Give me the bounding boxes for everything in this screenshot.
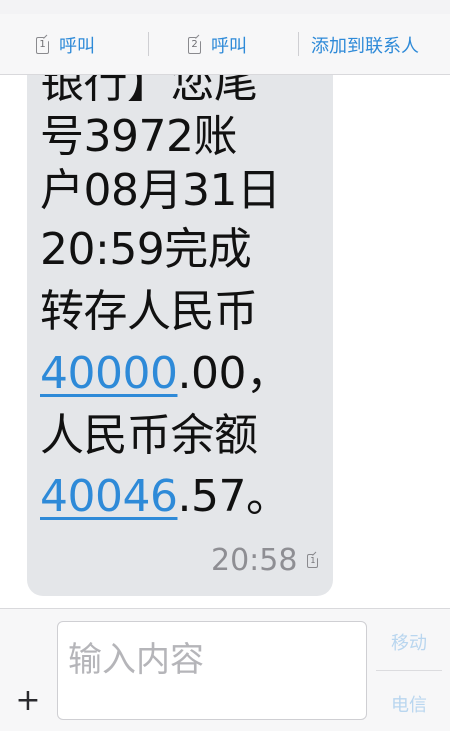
message-time: 20:58 [211,543,298,578]
send-via-telecom-button[interactable]: 电信 [376,691,442,717]
message-timestamp: 20:58 1 [211,543,319,578]
call-sim1-button[interactable]: 1 呼叫 [36,30,95,60]
balance-link[interactable]: 40046 [40,471,178,522]
status-bar [0,0,450,14]
message-line: 户08月31日 [40,165,281,216]
message-line: 20:59完成 [40,224,252,275]
conversation-action-bar: 1 呼叫 2 呼叫 添加到联系人 [0,0,450,75]
action-divider [148,32,149,56]
message-line: 转存人民币 [40,286,258,337]
sim-card-2-icon: 2 [188,36,201,54]
call-sim1-label: 呼叫 [59,36,95,57]
call-sim2-label: 呼叫 [211,36,247,57]
message-line: 号3972账 [40,111,237,162]
message-line: 40000.00， [40,348,290,399]
message-input-placeholder: 输入内容 [68,640,204,680]
amount-link[interactable]: 40000 [40,348,178,399]
message-line: 银行】您尾 [40,75,258,108]
sim-card-1-icon: 1 [36,36,49,54]
composer-bar: + 输入内容 移动 电信 [0,608,450,731]
sim-card-1-icon: 1 [307,553,319,568]
message-input[interactable]: 输入内容 [57,621,367,720]
action-divider [298,32,299,56]
add-attachment-button[interactable]: + [14,686,42,716]
message-line: 40046.57。 [40,471,290,522]
send-via-mobile-button[interactable]: 移动 [376,629,442,655]
call-sim2-button[interactable]: 2 呼叫 [188,30,247,60]
message-line: 人民币余额 [40,410,258,461]
message-list[interactable]: 银行】您尾 号3972账 户08月31日 20:59完成 转存人民币 40000… [0,75,450,608]
add-to-contacts-label: 添加到联系人 [311,36,419,57]
send-divider [376,670,442,671]
add-to-contacts-button[interactable]: 添加到联系人 [311,30,419,60]
